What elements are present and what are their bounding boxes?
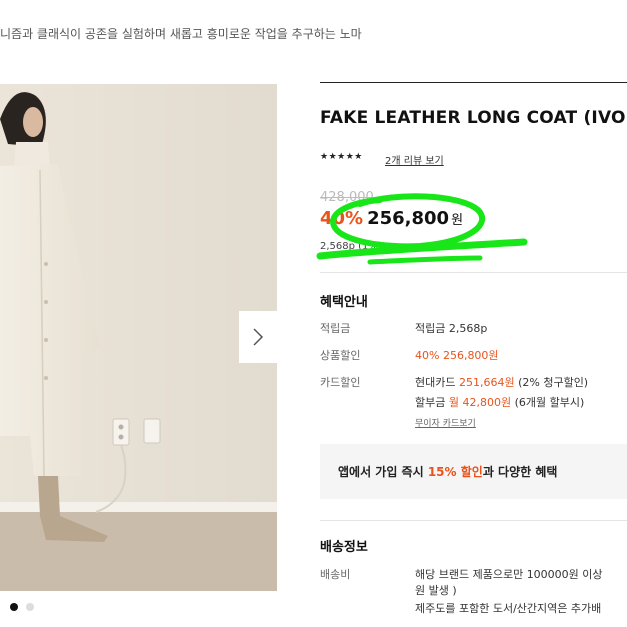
installment-label: 할부금 <box>415 396 446 409</box>
app-banner-highlight: 15% 할인 <box>427 465 483 479</box>
gallery-next-button[interactable] <box>239 311 277 363</box>
benefit-value-points: 적립금 2,568p <box>415 322 488 335</box>
app-banner-suffix: 과 다양한 혜택 <box>482 465 558 479</box>
divider <box>320 520 627 521</box>
product-info: FAKE LEATHER LONG COAT (IVORY ★★★★★ 2개 리… <box>320 0 627 627</box>
chevron-right-icon <box>253 328 264 346</box>
product-title: FAKE LEATHER LONG COAT (IVORY <box>320 108 627 128</box>
shipping-fee-line-2: 원 발생 ) <box>415 584 457 597</box>
benefit-label-discount: 상품할인 <box>320 349 361 362</box>
installment-note: (6개월 할부시) <box>514 396 585 409</box>
shipping-title: 배송정보 <box>320 540 368 555</box>
benefit-label-points: 적립금 <box>320 322 351 335</box>
benefit-value-discount: 40% 256,800원 <box>415 349 499 362</box>
shipping-fee-label: 배송비 <box>320 568 351 581</box>
divider <box>320 82 627 83</box>
brand-tagline: 니즘과 클래식이 공존을 실험하며 새롭고 흥미로운 작업을 추구하는 노마 <box>0 27 362 41</box>
card-discount-note: (2% 청구할인) <box>518 376 589 389</box>
interest-free-card-link[interactable]: 무이자 카드보기 <box>415 416 476 429</box>
app-banner-text: 앱에서 가입 즉시 15% 할인과 다양한 혜택 <box>320 463 557 480</box>
card-name: 현대카드 <box>415 376 456 389</box>
benefit-label-card: 카드할인 <box>320 376 361 389</box>
app-banner-prefix: 앱에서 가입 즉시 <box>338 465 424 479</box>
rating-stars-icon: ★★★★★ <box>320 152 363 162</box>
card-discount-line: 현대카드 251,664원 (2% 청구할인) <box>415 374 588 390</box>
gallery-dot-1[interactable] <box>10 603 18 611</box>
product-photo <box>0 84 277 591</box>
divider <box>320 272 627 273</box>
app-signup-banner[interactable]: 앱에서 가입 즉시 15% 할인과 다양한 혜택 <box>320 444 627 499</box>
shipping-fee-line-1: 해당 브랜드 제품으로만 100000원 이상 <box>415 568 603 581</box>
installment-amount: 월 42,800원 <box>448 396 512 409</box>
gallery-pagination <box>10 603 34 611</box>
benefits-title: 혜택안내 <box>320 295 368 310</box>
review-link[interactable]: 2개 리뷰 보기 <box>385 152 444 167</box>
card-discount-amount: 251,664원 <box>458 376 515 389</box>
green-scribble-annotation <box>316 193 528 265</box>
shipping-fee-line-3: 제주도를 포함한 도서/산간지역은 추가배 <box>415 602 602 615</box>
product-image <box>0 84 277 591</box>
installment-line: 할부금 월 42,800원 (6개월 할부시) <box>415 394 584 410</box>
gallery-dot-2[interactable] <box>26 603 34 611</box>
